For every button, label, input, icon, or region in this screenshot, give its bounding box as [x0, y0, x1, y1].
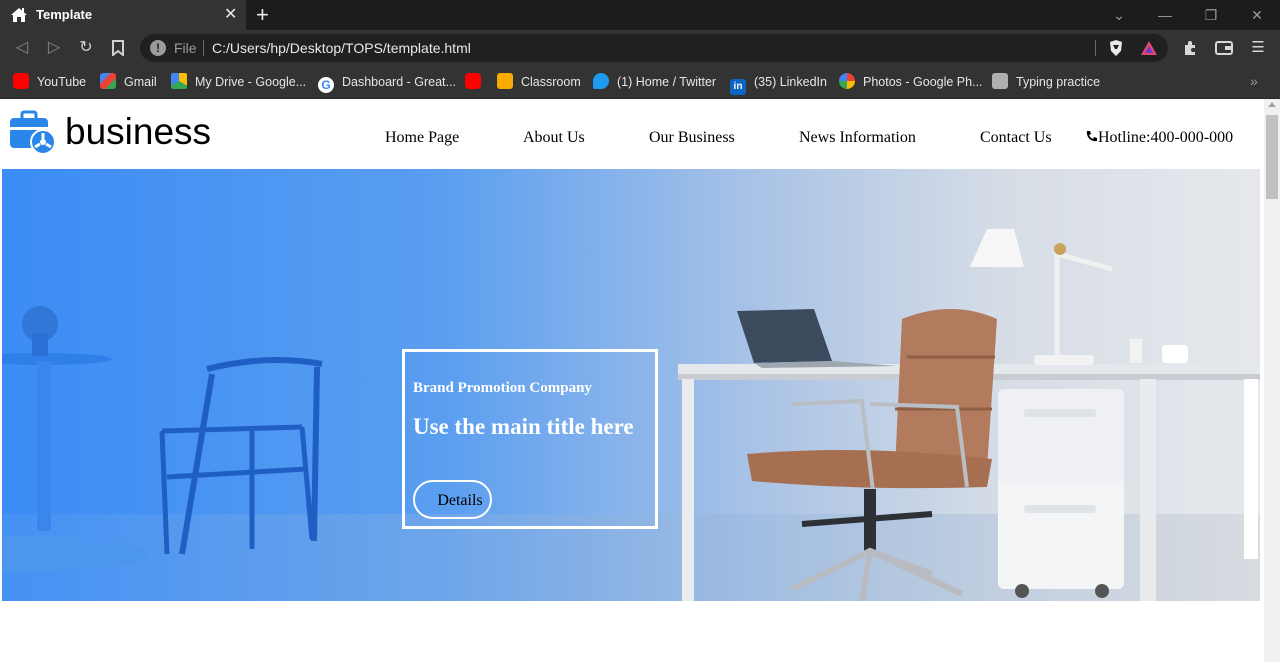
youtube-icon [465, 73, 481, 89]
typing-icon [992, 73, 1008, 89]
bookmark-drive[interactable]: My Drive - Google... [171, 73, 306, 91]
twitter-icon [593, 73, 609, 89]
address-separator [203, 40, 204, 56]
bookmark-gmail[interactable]: Gmail [100, 73, 157, 91]
briefcase-logo-icon [10, 110, 56, 155]
gmail-icon [100, 73, 116, 89]
scheme-label: File [174, 40, 197, 56]
youtube-icon [13, 73, 29, 89]
google-drive-icon [171, 73, 187, 89]
browser-tab-bar: Template ✕ + ⌄ — ❐ ✕ [0, 0, 1280, 30]
window-close-icon[interactable]: ✕ [1235, 0, 1279, 30]
details-button[interactable]: Details [413, 480, 492, 519]
menu-icon[interactable]: ☰ [1248, 38, 1268, 58]
tab-title: Template [36, 7, 93, 22]
minimize-icon[interactable]: — [1143, 0, 1187, 30]
back-icon[interactable]: ◁ [12, 38, 32, 58]
tab-search-icon[interactable]: ⌄ [1097, 0, 1141, 30]
bookmark-icon[interactable] [108, 38, 128, 58]
nav-about-us[interactable]: About Us [523, 129, 585, 147]
google-photos-icon [839, 73, 855, 89]
scroll-up-icon[interactable] [1268, 102, 1276, 107]
phone-icon [1086, 131, 1097, 142]
wallet-icon[interactable] [1214, 38, 1234, 58]
page-scrollbar[interactable] [1264, 99, 1280, 662]
brave-shields-icon[interactable] [1108, 39, 1124, 57]
bookmarks-bar: YouTube Gmail My Drive - Google... G Dash… [0, 66, 1280, 99]
nav-contact-us[interactable]: Contact Us [980, 129, 1052, 147]
address-separator-right [1095, 40, 1096, 56]
brave-rewards-icon[interactable] [1140, 40, 1158, 56]
extensions-icon[interactable] [1180, 38, 1200, 58]
hero-banner: Brand Promotion Company Use the main tit… [2, 169, 1260, 601]
bookmark-youtube-2[interactable] [465, 73, 489, 91]
hero-subtitle: Brand Promotion Company [413, 380, 592, 396]
forward-icon[interactable]: ▷ [44, 38, 64, 58]
address-bar[interactable]: ! File C:/Users/hp/Desktop/TOPS/template… [140, 34, 1168, 62]
bookmark-typing[interactable]: Typing practice [992, 73, 1100, 91]
classroom-icon [497, 73, 513, 89]
info-icon[interactable]: ! [150, 40, 166, 56]
hero-title: Use the main title here [413, 414, 634, 439]
tab-close-icon[interactable]: ✕ [224, 6, 237, 24]
url-text[interactable]: C:/Users/hp/Desktop/TOPS/template.html [212, 40, 471, 56]
reload-icon[interactable]: ↻ [76, 38, 96, 58]
nav-news-information[interactable]: News Information [799, 129, 916, 147]
bookmark-dashboard[interactable]: G Dashboard - Great... [318, 73, 456, 93]
home-icon [11, 8, 27, 22]
bookmark-youtube[interactable]: YouTube [13, 73, 86, 91]
nav-our-business[interactable]: Our Business [649, 129, 735, 147]
linkedin-icon: in [730, 79, 746, 95]
logo-text[interactable]: business [65, 111, 211, 153]
bookmark-linkedin[interactable]: in (35) LinkedIn [730, 73, 827, 95]
nav-home-page[interactable]: Home Page [385, 129, 459, 147]
bookmark-twitter[interactable]: (1) Home / Twitter [593, 73, 716, 91]
browser-toolbar: ◁ ▷ ↻ ! File C:/Users/hp/Desktop/TOPS/te… [0, 30, 1280, 66]
new-tab-button[interactable]: + [256, 3, 269, 27]
google-icon: G [318, 77, 334, 93]
web-page: business Home Page About Us Our Business… [0, 99, 1264, 662]
more-bookmarks-icon[interactable]: » [1250, 73, 1258, 89]
bookmark-classroom[interactable]: Classroom [497, 73, 581, 91]
hotline: Hotline:400-000-000 [1085, 129, 1233, 147]
bookmark-photos[interactable]: Photos - Google Ph... [839, 73, 983, 91]
browser-tab-active[interactable]: Template ✕ [0, 0, 246, 30]
hotline-text: Hotline:400-000-000 [1098, 129, 1234, 146]
restore-icon[interactable]: ❐ [1189, 0, 1233, 30]
scroll-thumb[interactable] [1266, 115, 1278, 199]
promo-box: Brand Promotion Company Use the main tit… [402, 349, 658, 529]
